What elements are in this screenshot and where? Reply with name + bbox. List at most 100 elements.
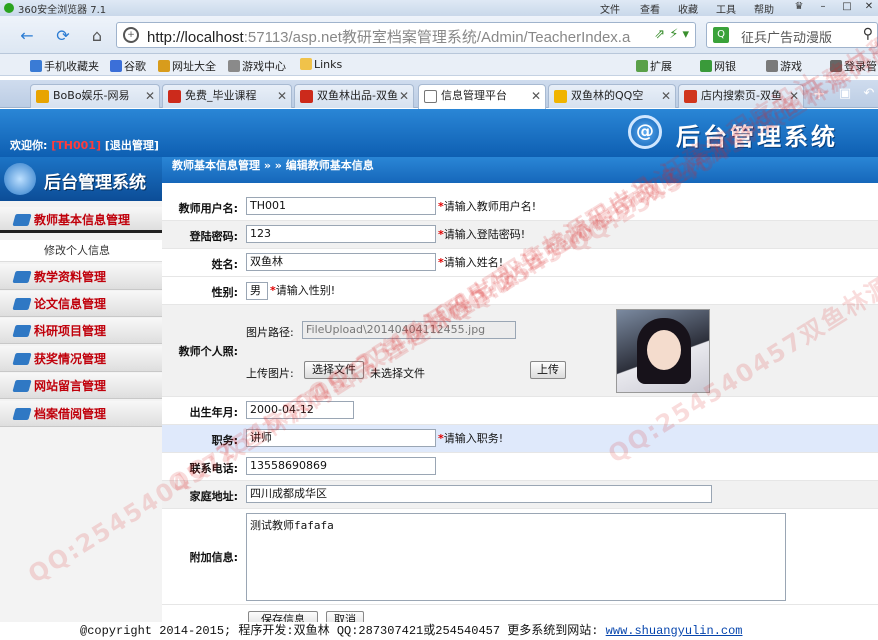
bookmark-mobile[interactable]: 手机收藏夹	[30, 58, 99, 74]
menu-messages[interactable]: 网站留言管理	[0, 373, 162, 399]
username-input[interactable]: TH001	[246, 197, 436, 215]
address-input[interactable]: 四川成都成华区	[246, 485, 712, 503]
extra-info-textarea[interactable]: 测试教师fafafa	[246, 513, 786, 601]
birthday-label: 出生年月:	[189, 406, 238, 419]
sidebar-title: 后台管理系统	[44, 173, 146, 193]
bookmark-links[interactable]: Links	[300, 58, 342, 71]
new-tab-icon[interactable]: +	[806, 81, 832, 107]
tab-close-icon[interactable]: ✕	[277, 85, 287, 107]
system-title: 后台管理系统	[676, 123, 838, 151]
skin-icon[interactable]: ♛	[790, 0, 808, 14]
tab-free-course[interactable]: 免费_毕业课程 ✕	[162, 84, 292, 108]
row-phone: 联系电话: 13558690869	[162, 453, 878, 481]
birthday-input[interactable]: 2000-04-12	[246, 401, 354, 419]
gender-hint: *请输入性别!	[270, 284, 336, 297]
bookmark-games[interactable]: 游戏中心	[228, 58, 286, 74]
menu-file[interactable]: 文件	[600, 1, 620, 16]
menu-arrow-icon	[12, 271, 32, 283]
tab-close-icon[interactable]: ✕	[789, 85, 799, 107]
tab-shuangyulin[interactable]: 双鱼林出品-双鱼 ✕	[294, 84, 414, 108]
taobao-favicon-icon	[684, 90, 697, 103]
menu-teacher-info[interactable]: 教师基本信息管理	[0, 207, 162, 233]
tab-bobo[interactable]: BoBo娱乐-网易 ✕	[30, 84, 160, 108]
qq-favicon-icon	[554, 90, 567, 103]
name-label: 姓名:	[211, 258, 238, 271]
upload-button[interactable]: 上传	[530, 361, 566, 379]
name-input[interactable]: 双鱼林	[246, 253, 436, 271]
browser-titlebar: 360安全浏览器 7.1 文件 查看 收藏 工具 帮助 ♛ – □ ✕	[0, 0, 878, 16]
photo-path-input[interactable]: FileUpload\20140404112455.jpg	[302, 321, 516, 339]
browser-navbar: ← ⟳ ⌂ + http://localhost:57113/asp.net教研…	[0, 16, 878, 54]
bank-icon	[700, 60, 712, 72]
address-url[interactable]: http://localhost:57113/asp.net教研室档案管理系统/…	[147, 26, 630, 47]
puzzle-icon	[636, 60, 648, 72]
address-actions-icon[interactable]: ⇗ ⚡ ▾	[654, 27, 689, 42]
password-input[interactable]: 123	[246, 225, 436, 243]
search-engine-icon[interactable]: Q	[713, 27, 729, 43]
menu-view[interactable]: 查看	[640, 1, 660, 16]
maximize-icon[interactable]: □	[838, 0, 856, 14]
menu-arrow-icon	[12, 380, 32, 392]
menu-tools[interactable]: 工具	[716, 1, 736, 16]
tab-list-icon[interactable]: ▣	[832, 81, 858, 107]
tab-close-icon[interactable]: ✕	[531, 85, 541, 107]
row-photo: 教师个人照: 图片路径: FileUpload\20140404112455.j…	[162, 305, 878, 397]
undo-close-icon[interactable]: ↶	[856, 81, 878, 107]
browser-app-title: 360安全浏览器 7.1	[18, 5, 107, 16]
shuangyulin-favicon-icon	[300, 90, 313, 103]
position-input[interactable]: 讲师	[246, 429, 436, 447]
menu-awards[interactable]: 获奖情况管理	[0, 346, 162, 372]
username-label: 教师用户名:	[178, 202, 238, 215]
password-label: 登陆密码:	[189, 230, 238, 243]
row-password: 登陆密码: 123 *请输入登陆密码!	[162, 221, 878, 249]
search-box[interactable]: Q 征兵广告动漫版 ⚲	[706, 22, 878, 48]
gender-input[interactable]: 男	[246, 282, 268, 300]
row-birthday: 出生年月: 2000-04-12	[162, 397, 878, 425]
bookmark-ebank[interactable]: 网银	[700, 58, 736, 74]
menu-paper-info[interactable]: 论文信息管理	[0, 291, 162, 317]
tab-store-search[interactable]: 店内搜索页-双鱼 ✕	[678, 84, 804, 108]
menu-archive-borrow[interactable]: 档案借阅管理	[0, 401, 162, 427]
bookmark-login[interactable]: 登录管	[830, 58, 877, 74]
minimize-icon[interactable]: –	[814, 0, 832, 14]
tab-close-icon[interactable]: ✕	[661, 85, 671, 107]
site-link[interactable]: www.shuangyulin.com	[606, 624, 743, 638]
menu-research-project[interactable]: 科研项目管理	[0, 318, 162, 344]
bookmark-directory[interactable]: 网址大全	[158, 58, 216, 74]
sidebar: 后台管理系统 教师基本信息管理 修改个人信息 教学资料管理 论文信息管理 科研项…	[0, 157, 162, 640]
photo-face	[647, 330, 681, 370]
logout-link[interactable]: [退出管理]	[105, 139, 159, 152]
bookmark-game[interactable]: 游戏	[766, 58, 802, 74]
row-position: 职务: 讲师 *请输入职务!	[162, 425, 878, 453]
tab-qq-space[interactable]: 双鱼林的QQ空 ✕	[548, 84, 676, 108]
search-icon[interactable]: ⚲	[863, 26, 873, 42]
home-icon[interactable]: ⌂	[84, 23, 110, 49]
gamepad-icon	[766, 60, 778, 72]
phone-input[interactable]: 13558690869	[246, 457, 436, 475]
course-favicon-icon	[168, 90, 181, 103]
menu-arrow-icon	[12, 408, 32, 420]
bobo-favicon-icon	[36, 90, 49, 103]
close-window-icon[interactable]: ✕	[860, 0, 878, 14]
position-hint: *请输入职务!	[438, 432, 504, 445]
tab-info-platform[interactable]: 信息管理平台 ✕	[418, 84, 546, 109]
gender-label: 性别:	[211, 286, 238, 299]
search-input[interactable]: 征兵广告动漫版	[741, 27, 832, 46]
tab-close-icon[interactable]: ✕	[145, 85, 155, 107]
back-icon[interactable]: ←	[14, 23, 40, 49]
refresh-icon[interactable]: ⟳	[50, 23, 76, 49]
bookmark-google[interactable]: 谷歌	[110, 58, 146, 74]
teacher-photo	[616, 309, 710, 393]
menu-favorites[interactable]: 收藏	[678, 1, 698, 16]
bookmark-extensions[interactable]: 扩展	[636, 58, 672, 74]
menu-teaching-material[interactable]: 教学资料管理	[0, 264, 162, 290]
menu-sub-edit-profile[interactable]: 修改个人信息	[0, 240, 162, 262]
address-bar[interactable]: + http://localhost:57113/asp.net教研室档案管理系…	[116, 22, 696, 48]
user-icon	[830, 60, 842, 72]
extra-label: 附加信息:	[189, 551, 238, 564]
choose-file-button[interactable]: 选择文件	[304, 361, 364, 379]
menu-help[interactable]: 帮助	[754, 1, 774, 16]
gamepad-icon	[228, 60, 240, 72]
security-shield-icon[interactable]: +	[123, 27, 139, 43]
tab-close-icon[interactable]: ✕	[399, 85, 409, 107]
